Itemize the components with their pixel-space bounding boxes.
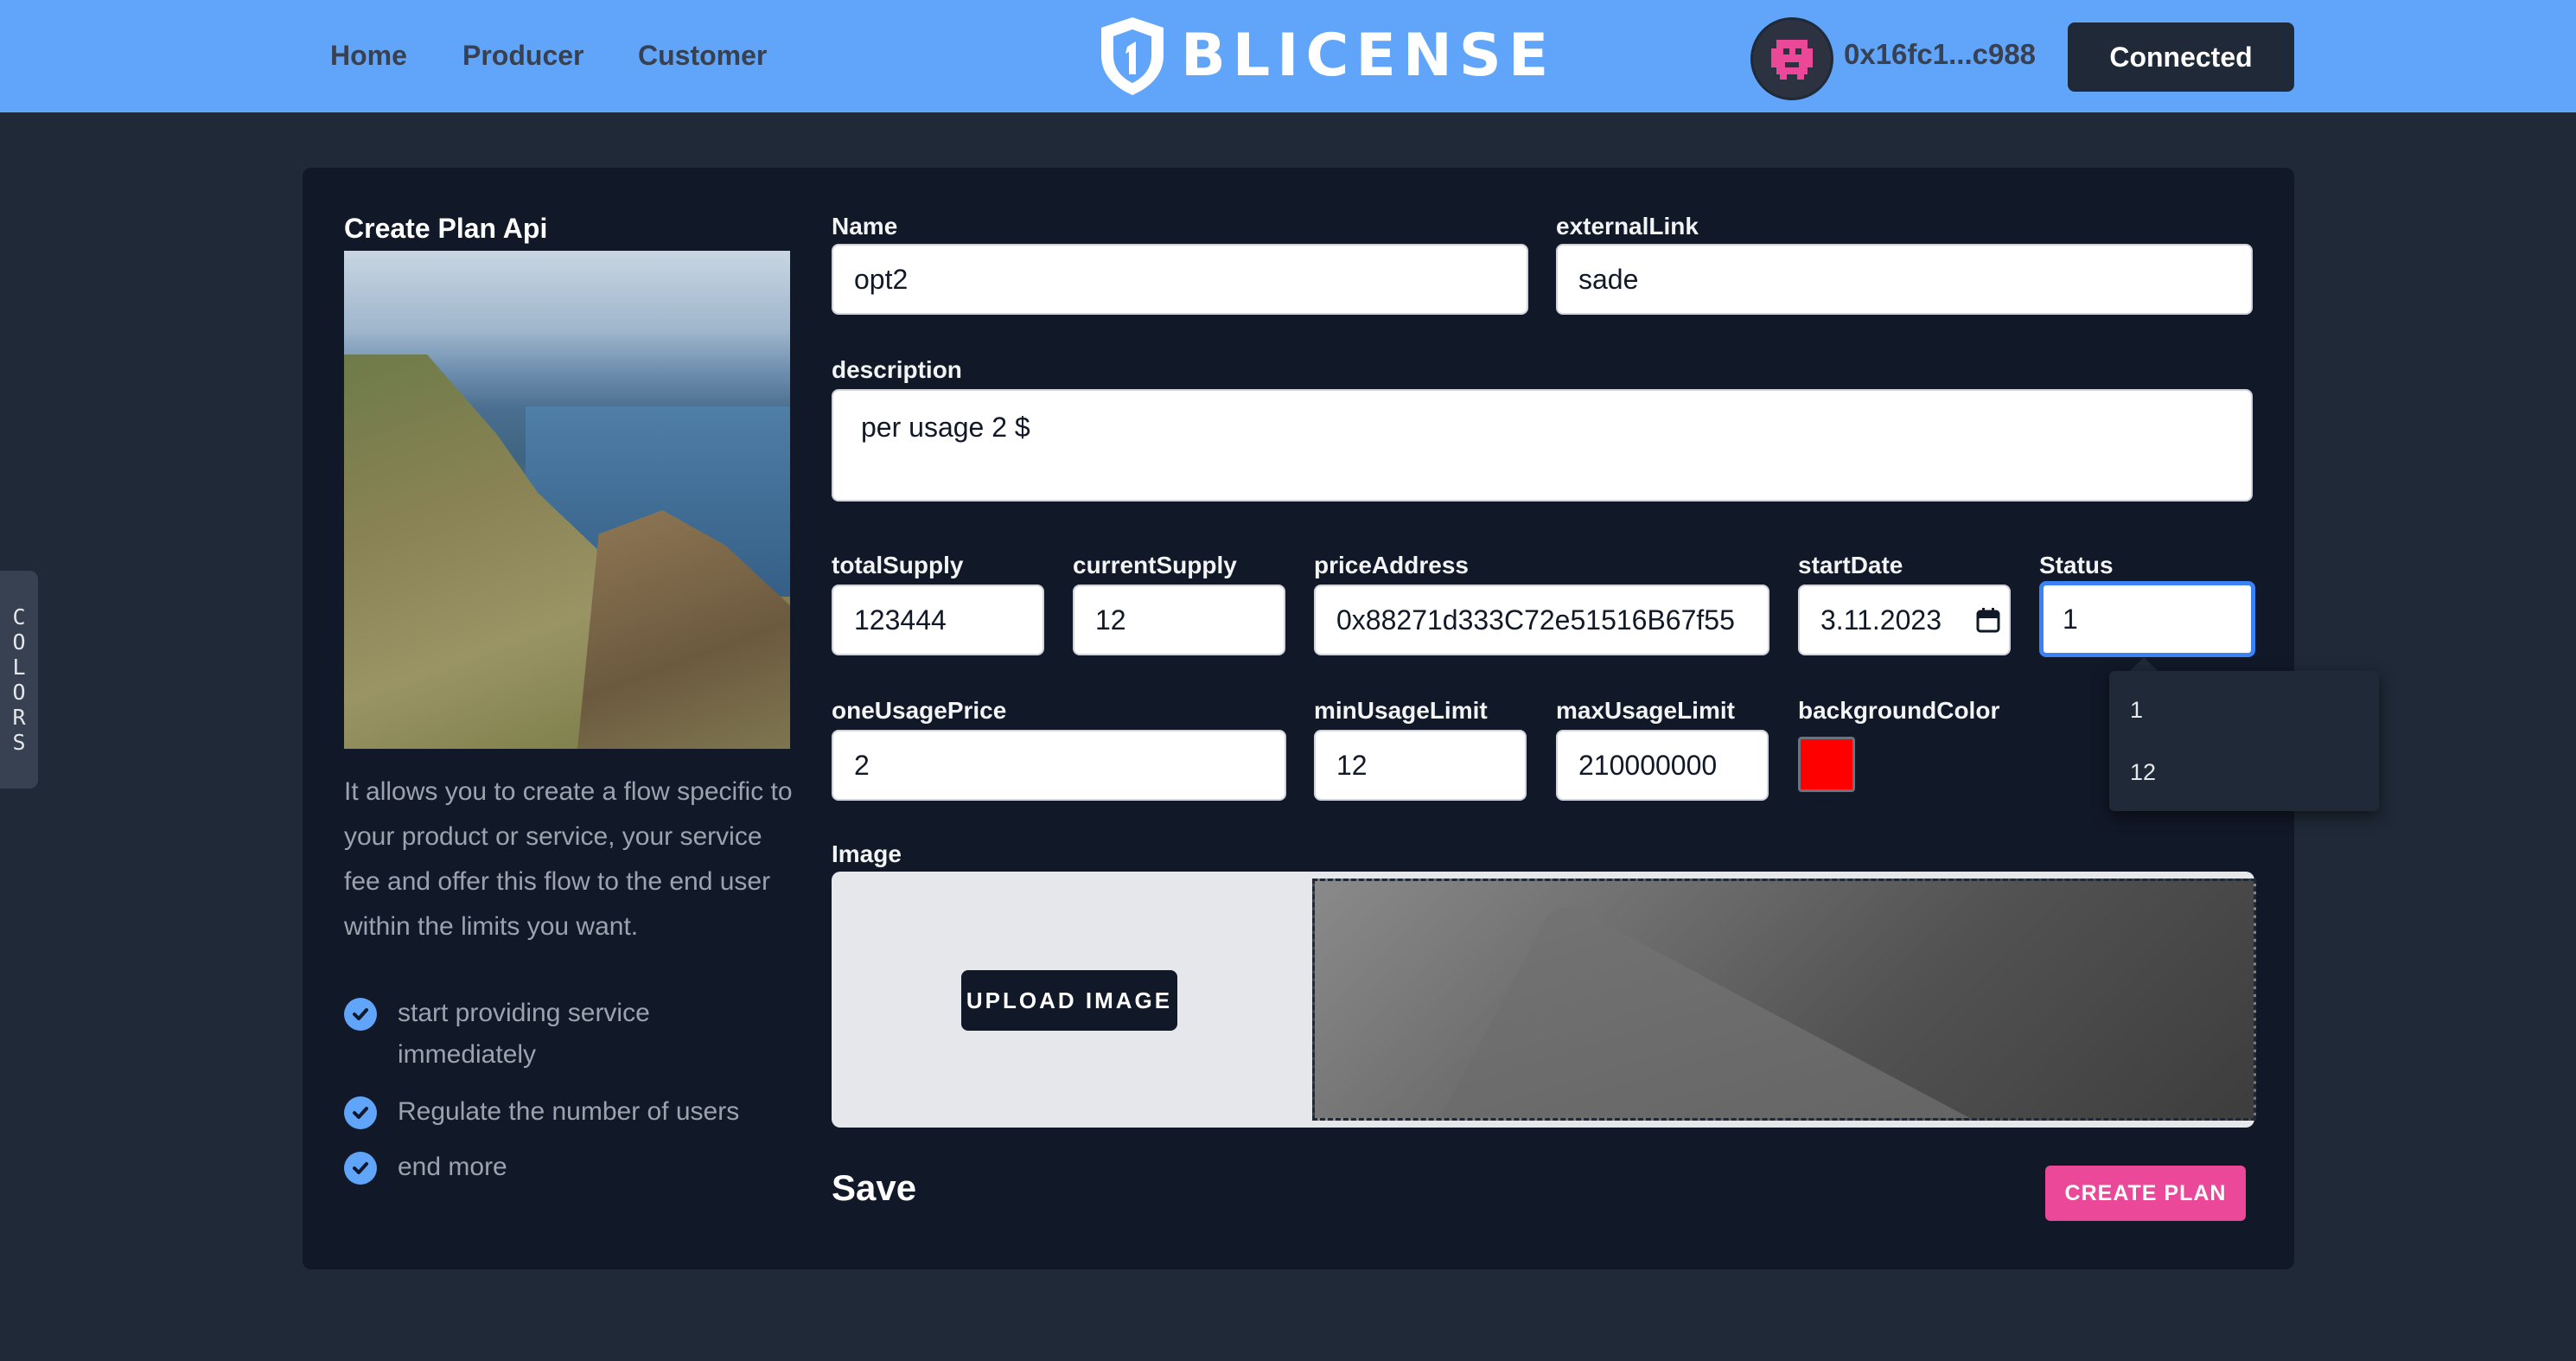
- check-circle-icon: [344, 1096, 377, 1129]
- current-supply-label: currentSupply: [1073, 552, 1237, 578]
- connected-button[interactable]: Connected: [2068, 22, 2294, 92]
- plan-description-text: It allows you to create a flow specific …: [344, 777, 793, 941]
- price-address-label: priceAddress: [1314, 552, 1469, 578]
- one-usage-price-input[interactable]: 2: [832, 730, 1286, 801]
- colors-side-tab[interactable]: C O L O R S: [0, 571, 38, 789]
- image-label: Image: [832, 840, 902, 867]
- total-supply-label: totalSupply: [832, 552, 964, 578]
- status-option[interactable]: 12: [2130, 759, 2156, 786]
- feature-item: Regulate the number of users: [344, 1091, 739, 1133]
- status-select[interactable]: 1: [2039, 581, 2255, 657]
- name-label: Name: [832, 213, 898, 240]
- max-usage-limit-label: maxUsageLimit: [1556, 697, 1735, 724]
- total-supply-input[interactable]: 123444: [832, 585, 1044, 655]
- description-textarea[interactable]: per usage 2 $: [832, 389, 2253, 502]
- pixel-avatar-icon: [1771, 40, 1813, 80]
- description-label: description: [832, 356, 962, 383]
- name-input[interactable]: opt2: [832, 244, 1528, 315]
- external-link-label: externalLink: [1556, 213, 1699, 240]
- min-usage-limit-input[interactable]: 12: [1314, 730, 1527, 801]
- create-plan-button[interactable]: CREATE PLAN: [2045, 1166, 2246, 1221]
- nav-producer-link[interactable]: Producer: [462, 40, 583, 72]
- max-usage-limit-input[interactable]: 210000000: [1556, 730, 1769, 801]
- external-link-input[interactable]: sade: [1556, 244, 2253, 315]
- nav-home-link[interactable]: Home: [330, 40, 407, 72]
- colors-tab-letter: O: [12, 680, 26, 705]
- preview-trackpad: [1419, 898, 2031, 1118]
- feature-text: end more: [398, 1153, 507, 1181]
- start-date-input[interactable]: 3.11.2023: [1798, 585, 2011, 655]
- avatar[interactable]: [1750, 17, 1833, 100]
- one-usage-price-label: oneUsagePrice: [832, 697, 1007, 724]
- colors-tab-letter: R: [12, 705, 26, 730]
- upload-image-button[interactable]: UPLOAD IMAGE: [961, 970, 1177, 1031]
- check-circle-icon: [344, 998, 377, 1031]
- price-address-input[interactable]: 0x88271d333C72e51516B67f55: [1314, 585, 1769, 655]
- wallet-address: 0x16fc1...c988: [1844, 38, 2037, 70]
- feature-text: start providing service immediately: [398, 999, 650, 1069]
- check-circle-icon: [344, 1152, 377, 1185]
- shield-logo-icon: [1101, 17, 1164, 95]
- brand-logo[interactable]: BLICENSE: [1096, 14, 1555, 97]
- feature-text: Regulate the number of users: [398, 1097, 740, 1126]
- start-date-label: startDate: [1798, 552, 1903, 578]
- min-usage-limit-label: minUsageLimit: [1314, 697, 1488, 724]
- current-supply-input[interactable]: 12: [1073, 585, 1285, 655]
- colors-tab-letter: S: [12, 730, 26, 755]
- nav-customer-link[interactable]: Customer: [638, 40, 767, 72]
- status-option[interactable]: 1: [2130, 697, 2143, 724]
- brand-name: BLICENSE: [1181, 21, 1556, 90]
- background-color-picker[interactable]: [1798, 737, 1855, 792]
- save-heading: Save: [832, 1167, 917, 1208]
- status-dropdown: 1 12: [2109, 671, 2379, 811]
- calendar-icon[interactable]: [1976, 607, 2000, 633]
- colors-tab-letter: L: [12, 655, 26, 680]
- start-date-value: 3.11.2023: [1820, 604, 1942, 636]
- page-title: Create Plan Api: [344, 213, 548, 244]
- plan-photo: [344, 251, 790, 749]
- feature-item: end more: [344, 1147, 507, 1188]
- colors-tab-letter: C: [12, 604, 26, 629]
- top-navbar: Home Producer Customer BLICENSE 0x16fc1.…: [0, 0, 2576, 112]
- image-preview: [1312, 879, 2256, 1121]
- background-color-label: backgroundColor: [1798, 697, 2000, 724]
- status-label: Status: [2039, 552, 2114, 578]
- feature-item: start providing service immediately: [344, 993, 794, 1076]
- colors-tab-letter: O: [12, 629, 26, 655]
